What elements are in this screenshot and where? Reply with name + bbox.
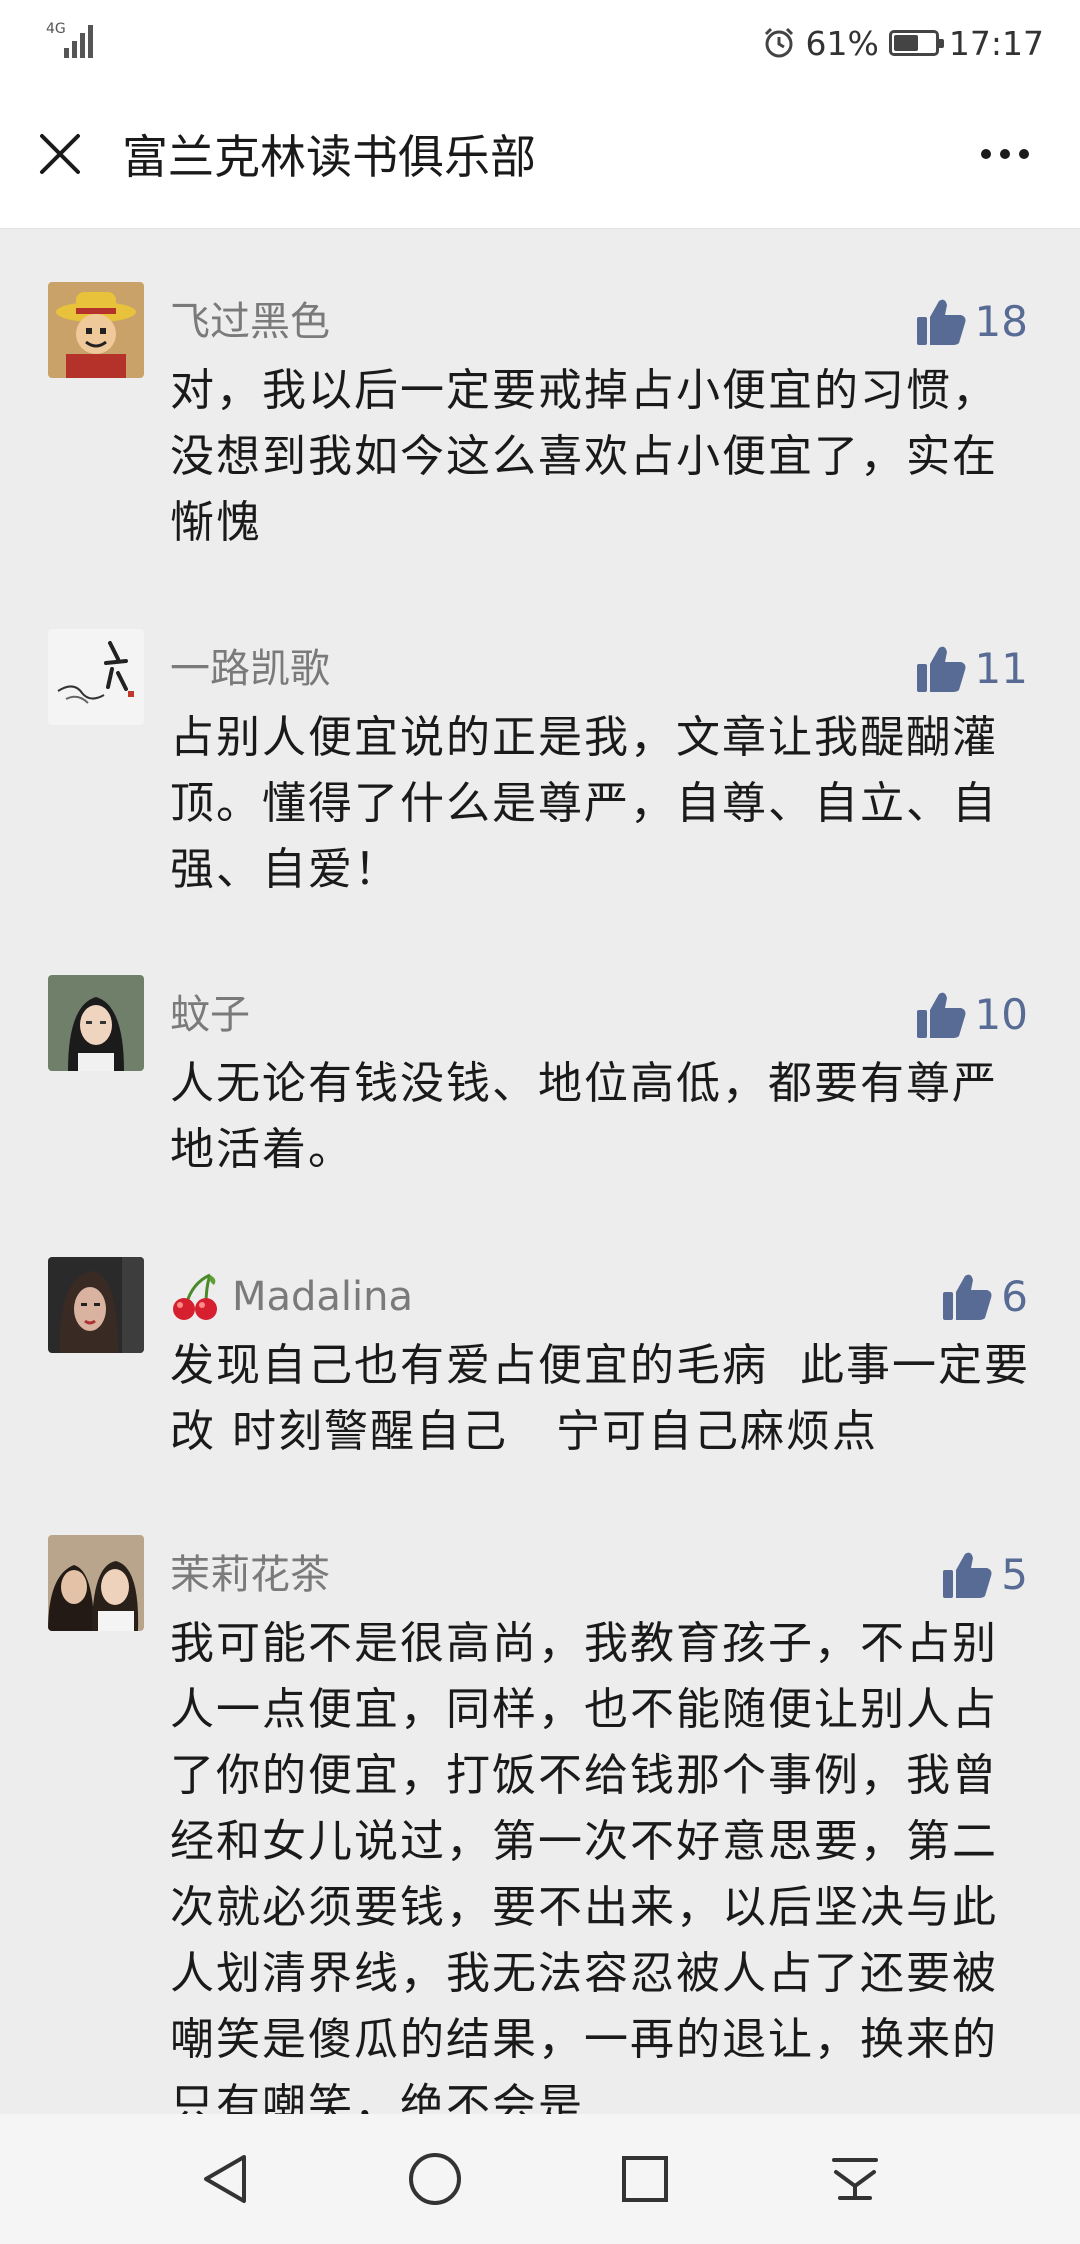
avatar[interactable] [48,629,144,725]
like-button[interactable]: 18 [915,296,1028,348]
more-icon-dot [981,149,991,159]
comment-author: Madalina [232,1274,414,1320]
status-bar: 4G 61% 17:17 [0,0,1080,90]
battery-icon [888,30,944,56]
avatar[interactable] [48,282,144,378]
comment-text: 占别人便宜说的正是我，文章让我醍醐灌顶。懂得了什么是尊严，自尊、自立、自强、自爱… [170,712,998,895]
alarm-icon [764,27,793,58]
comment-text: 人无论有钱没钱、地位高低，都要有尊严地活着。 [170,1058,998,1175]
clock-time: 17:17 [948,23,1044,63]
comment-text: 对，我以后一定要戒掉占小便宜的习惯，没想到我如今这么喜欢占小便宜了，实在惭愧 [170,365,998,548]
battery-percent: 61% [805,23,879,63]
close-icon [40,134,80,174]
cherry-icon [173,1273,217,1320]
comment-list[interactable]: 飞过黑色 18 对，我以后一定要戒掉占小便宜的习惯，没想到我如今这么喜欢占小便宜… [0,229,1080,2114]
avatar[interactable] [48,975,144,1071]
avatar[interactable] [48,1257,144,1353]
like-count: 10 [974,990,1028,1039]
thumbs-up-icon [943,1552,992,1598]
system-nav-bar [0,2114,1080,2244]
like-button[interactable]: 10 [915,989,1028,1041]
more-button[interactable] [970,124,1040,184]
thumbs-up-icon [916,646,966,692]
like-count: 11 [974,644,1028,693]
comment-author: 一路凯歌 [170,646,330,692]
recent-square-icon [622,2156,668,2202]
thumbs-up-icon [916,992,966,1038]
like-count: 18 [974,297,1028,346]
thumbs-up-icon [943,1274,992,1320]
comment-author: 蚊子 [170,992,250,1038]
home-button[interactable] [395,2139,475,2219]
page-title: 富兰克林读书俱乐部 [122,130,536,184]
battery-fill [893,35,918,51]
like-count: 5 [1001,1550,1028,1599]
like-count: 6 [1001,1272,1028,1321]
comment-text: 我可能不是很高尚，我教育孩子，不占别人一点便宜，同样，也不能随便让别人占了你的便… [170,1618,998,2114]
notification-pulldown-button[interactable] [815,2139,895,2219]
recent-apps-button[interactable] [605,2139,685,2219]
avatar[interactable] [48,1535,144,1631]
home-circle-icon [409,2153,461,2205]
notification-pulldown-icon [832,2158,878,2200]
like-button[interactable]: 11 [915,643,1028,695]
thumbs-up-icon [916,299,966,345]
back-triangle-icon [204,2155,246,2203]
more-icon-dot [1000,149,1010,159]
signal-icon [64,25,93,58]
like-button[interactable]: 6 [941,1271,1028,1323]
back-button[interactable] [185,2139,265,2219]
close-button[interactable] [30,124,90,184]
comment-text: 发现自己也有爱占便宜的毛病 此事一定要改 时刻警醒自己 宁可自己麻烦点 [170,1340,1030,1457]
comment-author-row: Madalina [170,1271,413,1323]
more-icon-dot [1019,149,1029,159]
comment-author: 茉莉花茶 [170,1552,330,1598]
comment-author: 飞过黑色 [170,299,330,345]
like-button[interactable]: 5 [941,1549,1028,1601]
page-header: 富兰克林读书俱乐部 [0,90,1080,229]
